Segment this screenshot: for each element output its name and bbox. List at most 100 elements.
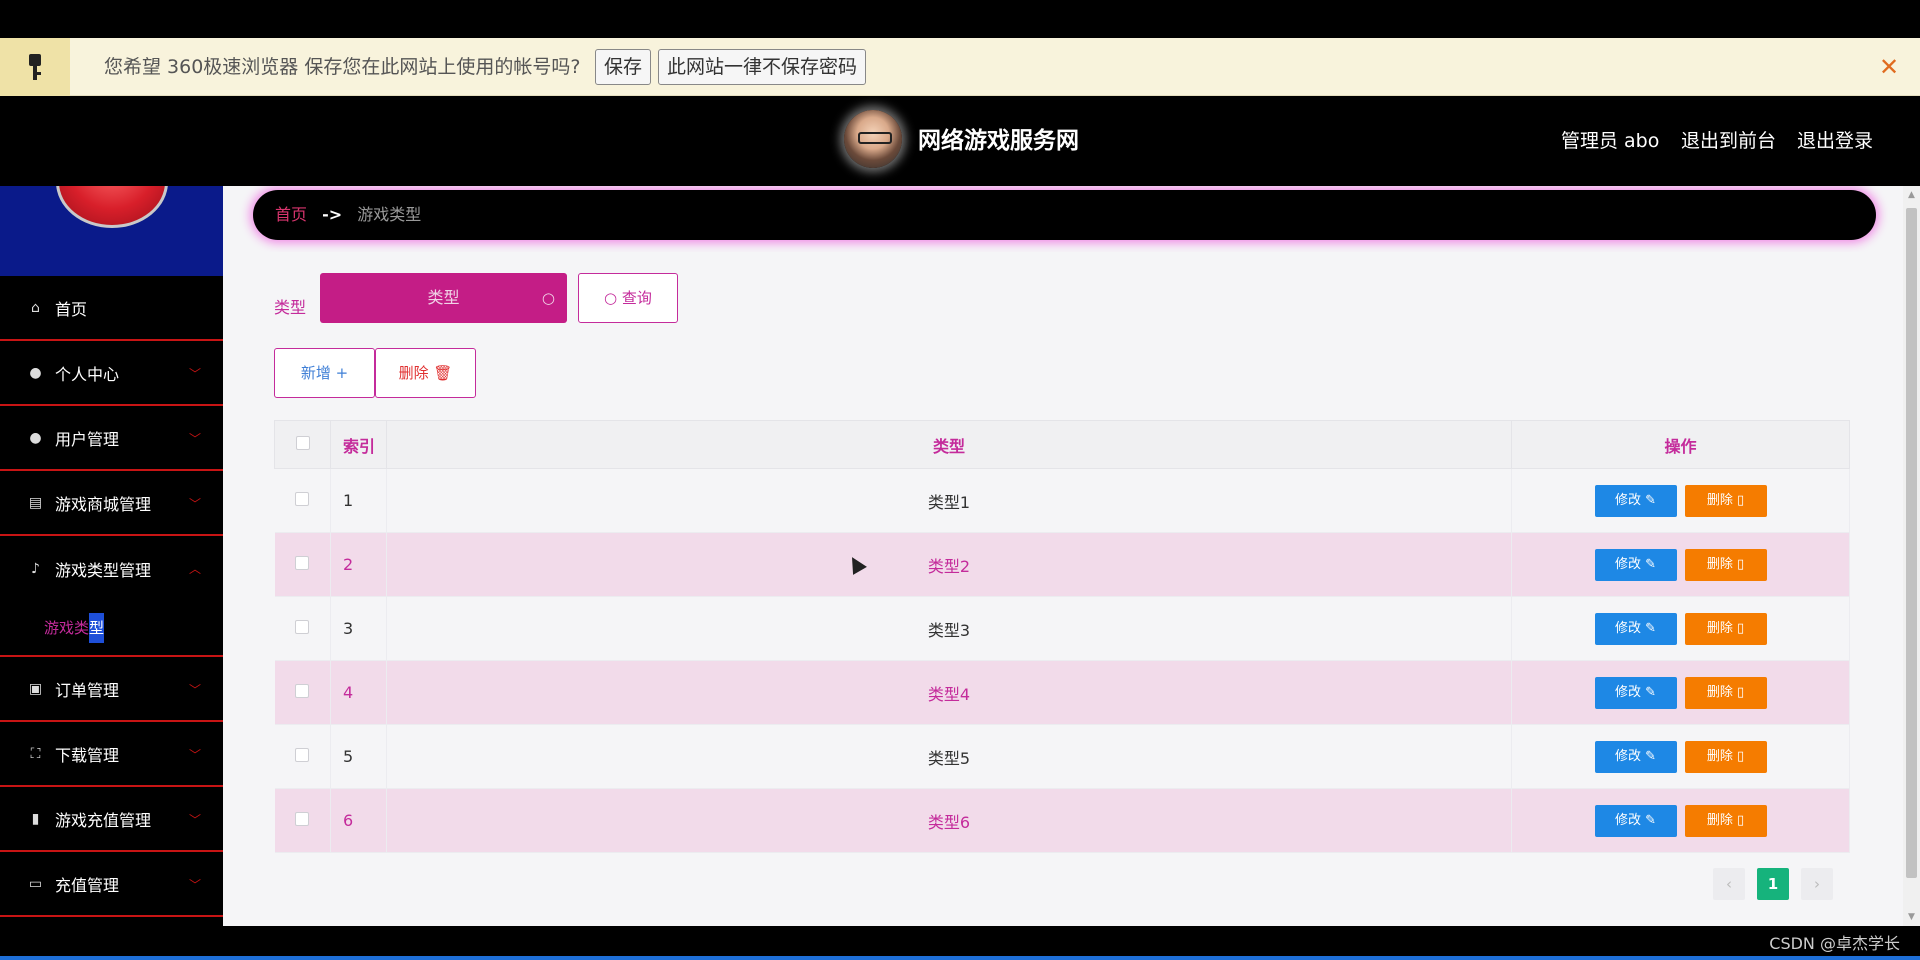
row-checkbox[interactable] <box>295 812 310 826</box>
sidebar-item-game-recharge[interactable]: ▮ 游戏充值管理 ﹀ <box>0 787 223 852</box>
bottom-bar: CSDN @卓杰学长 <box>0 926 1920 960</box>
edit-button[interactable]: 修改 ✎ <box>1594 612 1677 645</box>
save-password-button[interactable]: 保存 <box>595 49 652 85</box>
edit-button[interactable]: 修改 ✎ <box>1594 548 1677 581</box>
trash-icon: ▯ <box>1737 684 1745 700</box>
vertical-scrollbar[interactable]: ▲ ▼ <box>1903 186 1920 926</box>
trash-icon: ▯ <box>1737 620 1745 636</box>
row-delete-button[interactable]: 删除 ▯ <box>1684 612 1767 645</box>
chevron-down-icon: ﹀ <box>188 432 201 446</box>
main-content: 首页 -> 游戏类型 类型 类型 ○ ○ 查询 新增 + 删除 🗑 索引 类型 … <box>223 186 1903 926</box>
edit-button[interactable]: 修改 ✎ <box>1594 484 1677 517</box>
edit-label: 修改 <box>1614 556 1641 572</box>
sidebar-item-game-types[interactable]: ♪ 游戏类型管理 ︿ <box>0 536 223 601</box>
trash-icon: 🗑 <box>433 364 453 382</box>
column-header-index: 索引 <box>330 420 387 469</box>
row-delete-button[interactable]: 删除 ▯ <box>1684 676 1767 709</box>
plus-icon: + <box>335 364 349 382</box>
fullscreen-icon: ⛶ <box>30 745 41 762</box>
next-page-button[interactable]: › <box>1801 868 1833 900</box>
progress-bar <box>0 956 1920 960</box>
site-title: 网络游戏服务网 <box>918 128 1079 154</box>
row-checkbox[interactable] <box>295 748 310 762</box>
site-avatar <box>844 110 902 168</box>
pencil-icon: ✎ <box>1645 684 1657 700</box>
row-checkbox-cell <box>274 724 331 789</box>
edit-label: 修改 <box>1614 812 1641 828</box>
password-save-bar: 您希望 360极速浏览器 保存您在此网站上使用的帐号吗? 保存 此网站一律不保存… <box>0 38 1920 96</box>
table-row: 2 类型2 修改 ✎ 删除 ▯ <box>274 532 1850 597</box>
edit-button[interactable]: 修改 ✎ <box>1594 676 1677 709</box>
edit-button[interactable]: 修改 ✎ <box>1594 740 1677 773</box>
delete-label: 删除 <box>1706 492 1733 508</box>
user-icon: ● <box>29 364 42 381</box>
breadcrumb-home[interactable]: 首页 <box>275 205 307 224</box>
pencil-icon: ✎ <box>1645 812 1657 828</box>
chevron-down-icon: ﹀ <box>188 497 201 511</box>
type-search-input[interactable]: 类型 ○ <box>320 273 567 323</box>
scrollbar-thumb[interactable] <box>1906 208 1917 878</box>
sidebar-item-recharge[interactable]: ▭ 充值管理 ﹀ <box>0 852 223 917</box>
chevron-up-icon: ︿ <box>188 562 201 576</box>
sidebar-item-downloads[interactable]: ⛶ 下载管理 ﹀ <box>0 722 223 787</box>
password-save-message: 您希望 360极速浏览器 保存您在此网站上使用的帐号吗? <box>104 56 581 78</box>
row-checkbox-cell <box>274 788 331 853</box>
sidebar-item-orders[interactable]: ▣ 订单管理 ﹀ <box>0 657 223 722</box>
row-checkbox[interactable] <box>295 492 310 506</box>
sidebar-item-users[interactable]: ● 用户管理 ﹀ <box>0 406 223 471</box>
row-delete-button[interactable]: 删除 ▯ <box>1684 548 1767 581</box>
row-delete-button[interactable]: 删除 ▯ <box>1684 484 1767 517</box>
column-header-op: 操作 <box>1511 420 1850 469</box>
pencil-icon: ✎ <box>1645 556 1657 572</box>
delete-button[interactable]: 删除 🗑 <box>375 348 476 398</box>
exit-to-front-link[interactable]: 退出到前台 <box>1681 96 1776 186</box>
close-icon[interactable]: ✕ <box>1876 54 1902 80</box>
sidebar-item-label: 首页 <box>55 299 88 319</box>
submenu-item-game-type[interactable]: 游戏类型 <box>44 613 105 643</box>
page-1-button[interactable]: 1 <box>1757 868 1789 900</box>
edit-label: 修改 <box>1614 620 1641 636</box>
scroll-up-icon[interactable]: ▲ <box>1903 186 1920 204</box>
key-icon <box>0 38 70 96</box>
admin-label: 管理员 abo <box>1561 130 1660 152</box>
pencil-icon: ✎ <box>1645 620 1657 636</box>
select-all-checkbox[interactable] <box>295 436 310 450</box>
never-save-button[interactable]: 此网站一律不保存密码 <box>658 49 867 85</box>
types-table: 索引 类型 操作 1 类型1 修改 ✎ 删除 ▯ 2 类型2 修改 ✎ 删除 ▯… <box>274 420 1850 853</box>
row-checkbox[interactable] <box>295 684 310 698</box>
delete-label: 删除 <box>1706 748 1733 764</box>
row-checkbox[interactable] <box>295 620 310 634</box>
order-icon: ▣ <box>28 680 43 697</box>
row-index: 3 <box>330 596 387 661</box>
row-delete-button[interactable]: 删除 ▯ <box>1684 804 1767 837</box>
query-label: 查询 <box>621 289 652 307</box>
delete-label: 删除 <box>1706 812 1733 828</box>
row-delete-button[interactable]: 删除 ▯ <box>1684 740 1767 773</box>
sidebar-item-game-shop[interactable]: ▤ 游戏商城管理 ﹀ <box>0 471 223 536</box>
scroll-down-icon[interactable]: ▼ <box>1903 908 1920 926</box>
chevron-down-icon: ﹀ <box>188 878 201 892</box>
clipboard-icon: ▤ <box>28 494 43 511</box>
logout-link[interactable]: 退出登录 <box>1797 96 1873 186</box>
prev-page-button[interactable]: ‹ <box>1713 868 1745 900</box>
chevron-down-icon: ﹀ <box>188 748 201 762</box>
sidebar-item-label: 下载管理 <box>55 745 120 765</box>
card-icon: ▭ <box>28 875 43 892</box>
sidebar-item-personal[interactable]: ● 个人中心 ﹀ <box>0 341 223 406</box>
sidebar-item-home[interactable]: ⌂ 首页 <box>0 276 223 341</box>
row-index: 1 <box>330 468 387 533</box>
row-checkbox-cell <box>274 532 331 597</box>
edit-button[interactable]: 修改 ✎ <box>1594 804 1677 837</box>
sidebar-item-label: 订单管理 <box>55 680 120 700</box>
add-button[interactable]: 新增 + <box>274 348 375 398</box>
query-button[interactable]: ○ 查询 <box>578 273 678 323</box>
user-manage-icon: ● <box>29 429 42 446</box>
submenu-label: 游戏类 <box>44 619 90 637</box>
row-checkbox[interactable] <box>295 556 310 570</box>
sidebar-item-label: 用户管理 <box>55 429 120 449</box>
row-type: 类型1 <box>386 468 1512 533</box>
row-checkbox-cell <box>274 596 331 661</box>
trash-icon: ▯ <box>1737 556 1745 572</box>
sidebar-logo <box>0 186 223 276</box>
home-icon: ⌂ <box>31 299 40 316</box>
